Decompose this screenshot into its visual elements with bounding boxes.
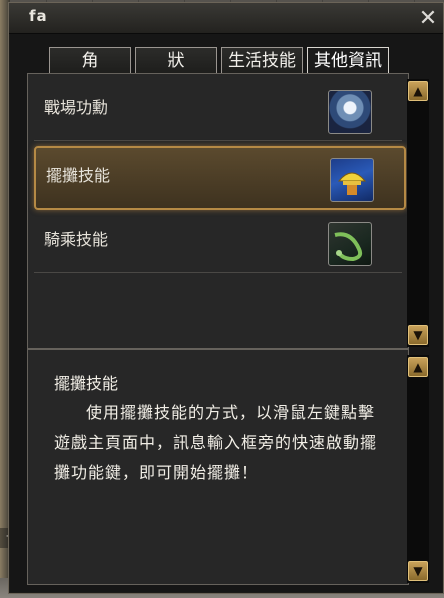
mount-icon	[328, 222, 372, 266]
character-info-window: fa ✕ 角色 狀態 生活技能 其他資訊 戰場功勳 擺攤技能 騎乘技能	[8, 2, 444, 594]
skill-list-panel: 戰場功勳 擺攤技能 騎乘技能	[27, 73, 409, 349]
list-item-empty	[34, 278, 402, 338]
list-item-label: 戰場功勳	[44, 98, 109, 117]
list-item-stall-skill[interactable]: 擺攤技能	[34, 146, 406, 210]
tab-bar: 角色 狀態 生活技能 其他資訊	[49, 47, 393, 97]
list-item-label: 擺攤技能	[46, 166, 111, 185]
description-title: 擺攤技能	[54, 374, 119, 393]
description-scrollbar[interactable]: ▲ ▼	[407, 355, 429, 583]
close-icon[interactable]: ✕	[417, 8, 439, 30]
tab-life-skills[interactable]: 生活技能	[221, 47, 303, 73]
scroll-down-icon[interactable]: ▼	[408, 561, 428, 581]
list-item-label: 騎乘技能	[44, 230, 109, 249]
tab-status[interactable]: 狀態	[135, 47, 217, 97]
list-scrollbar[interactable]: ▲ ▼	[407, 79, 429, 347]
window-titlebar[interactable]: fa ✕	[9, 3, 443, 34]
list-item-riding-skill[interactable]: 騎乘技能	[34, 212, 402, 273]
medal-icon	[328, 90, 372, 134]
description-body: 使用擺攤技能的方式，以滑鼠左鍵點擊遊戲主頁面中，訊息輸入框旁的快速啟動擺攤功能鍵…	[54, 403, 378, 482]
scroll-down-icon[interactable]: ▼	[408, 325, 428, 345]
tab-other-info[interactable]: 其他資訊	[307, 47, 389, 73]
tab-character[interactable]: 角色	[49, 47, 131, 97]
list-item-battlefield-merit[interactable]: 戰場功勳	[34, 80, 402, 141]
description-panel: 擺攤技能 使用擺攤技能的方式，以滑鼠左鍵點擊遊戲主頁面中，訊息輸入框旁的快速啟動…	[27, 349, 409, 585]
scroll-up-icon[interactable]: ▲	[408, 357, 428, 377]
scroll-up-icon[interactable]: ▲	[408, 81, 428, 101]
window-title: fa	[29, 7, 48, 25]
stall-icon	[330, 158, 374, 202]
